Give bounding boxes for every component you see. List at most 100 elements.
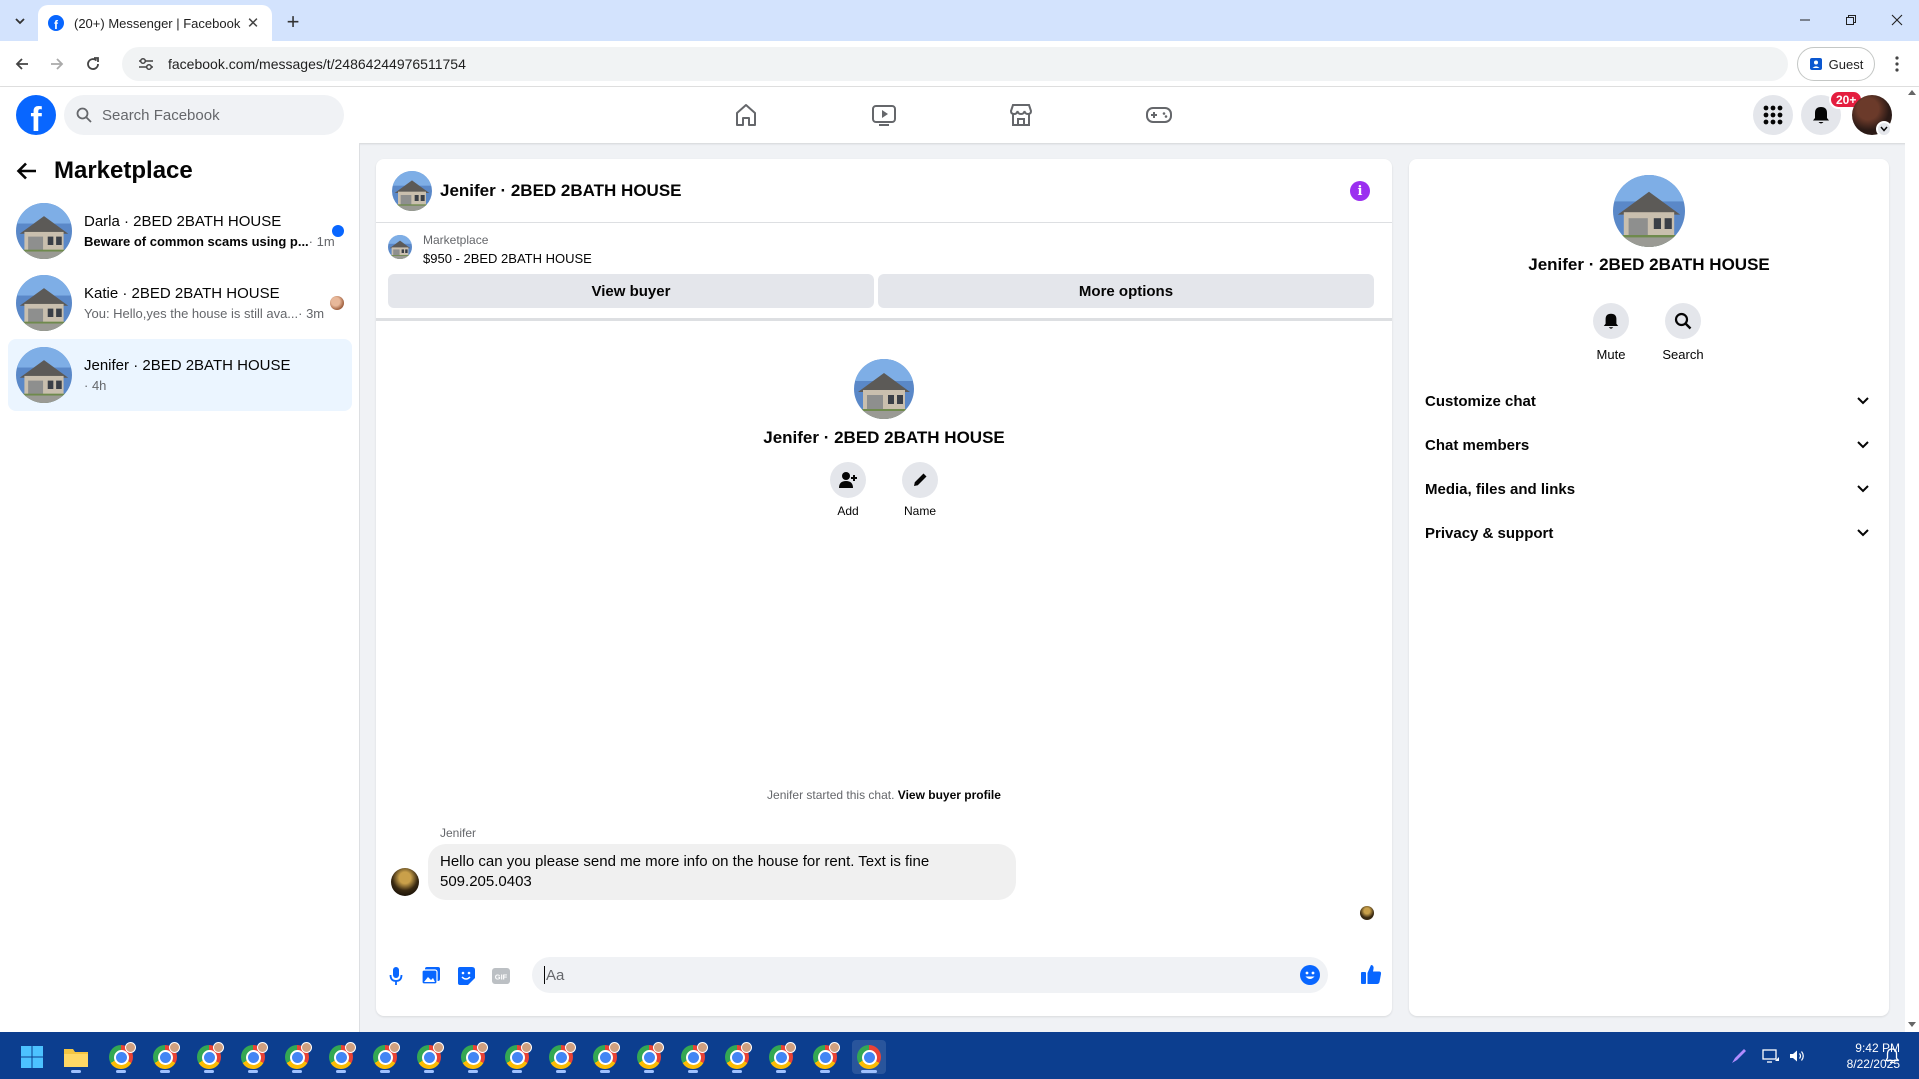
- minimize-button[interactable]: [1782, 6, 1828, 34]
- add-label: Add: [837, 504, 859, 518]
- chrome-window-button[interactable]: [808, 1040, 842, 1074]
- chat-avatar[interactable]: [392, 171, 432, 211]
- network-icon[interactable]: [1762, 1047, 1780, 1065]
- attach-photo-button[interactable]: [419, 964, 443, 988]
- emoji-icon: [1305, 971, 1315, 979]
- chevron-down-icon: [1857, 485, 1869, 493]
- message-input[interactable]: Aa: [532, 957, 1328, 993]
- nav-marketplace[interactable]: [965, 87, 1077, 143]
- gif-button[interactable]: GIF: [489, 964, 513, 988]
- pen-icon[interactable]: [1730, 1047, 1748, 1065]
- scroll-arrows-icon: [1908, 90, 1916, 1027]
- chrome-window-button-active[interactable]: [852, 1040, 886, 1074]
- chrome-window-button[interactable]: [500, 1040, 534, 1074]
- customize-chat-section[interactable]: Customize chat: [1417, 379, 1881, 423]
- chrome-window-button[interactable]: [104, 1040, 138, 1074]
- message-input-placeholder: Aa: [546, 966, 565, 984]
- chrome-window-button[interactable]: [192, 1040, 226, 1074]
- restore-button[interactable]: [1828, 6, 1874, 34]
- account-chevron-icon[interactable]: [1876, 121, 1892, 137]
- notification-center-button[interactable]: [1884, 1032, 1900, 1079]
- chrome-window-button[interactable]: [676, 1040, 710, 1074]
- conversation-item[interactable]: Katie · 2BED 2BATH HOUSE You: Hello,yes …: [8, 267, 352, 339]
- unread-indicator: [332, 225, 344, 237]
- site-settings-icon[interactable]: [136, 54, 156, 74]
- name-chat-button[interactable]: Name: [902, 462, 938, 518]
- search-in-conversation-button[interactable]: Search: [1653, 303, 1713, 362]
- chrome-icon: [197, 1042, 224, 1069]
- home-icon: [736, 104, 756, 126]
- tab-search-button[interactable]: [6, 8, 34, 34]
- chrome-window-button[interactable]: [324, 1040, 358, 1074]
- chrome-window-button[interactable]: [588, 1040, 622, 1074]
- chevron-down-icon: [1857, 441, 1869, 449]
- chrome-window-button[interactable]: [544, 1040, 578, 1074]
- back-button[interactable]: [8, 50, 36, 78]
- conversation-list-panel: Marketplace Darla · 2BED 2BATH HOUSE Bew…: [0, 143, 360, 1032]
- emoji-button[interactable]: [1300, 965, 1320, 985]
- facebook-search[interactable]: Search Facebook: [64, 95, 344, 135]
- back-arrow-icon[interactable]: [16, 160, 38, 182]
- chrome-window-button[interactable]: [632, 1040, 666, 1074]
- chat-title[interactable]: Jenifer · 2BED 2BATH HOUSE: [440, 181, 682, 201]
- guest-profile-button[interactable]: Guest: [1797, 47, 1875, 81]
- chrome-window-button[interactable]: [720, 1040, 754, 1074]
- section-label: Customize chat: [1425, 392, 1536, 410]
- reload-icon: [87, 57, 99, 70]
- windows-taskbar: 9:42 PM 8/22/2025: [0, 1032, 1919, 1079]
- volume-icon[interactable]: [1788, 1047, 1806, 1065]
- start-button[interactable]: [15, 1040, 49, 1074]
- browser-tab[interactable]: f (20+) Messenger | Facebook ✕: [38, 5, 272, 41]
- conversation-item[interactable]: Jenifer · 2BED 2BATH HOUSE · 4h: [8, 339, 352, 411]
- message-bubble[interactable]: Hello can you please send me more info o…: [428, 844, 1016, 900]
- browser-menu-button[interactable]: [1884, 51, 1910, 77]
- chrome-window-button[interactable]: [280, 1040, 314, 1074]
- add-people-button[interactable]: Add: [830, 462, 866, 518]
- like-button[interactable]: [1359, 962, 1383, 986]
- view-buyer-profile-link[interactable]: View buyer profile: [898, 788, 1001, 802]
- guest-label: Guest: [1828, 56, 1864, 72]
- nav-home[interactable]: [690, 87, 802, 143]
- media-files-links-section[interactable]: Media, files and links: [1417, 467, 1881, 511]
- intro-name: Jenifer · 2BED 2BATH HOUSE: [763, 428, 1005, 447]
- listing-thumbnail: [16, 275, 72, 331]
- menu-button[interactable]: [1753, 95, 1793, 135]
- forward-button[interactable]: [43, 50, 71, 78]
- new-tab-button[interactable]: +: [280, 9, 306, 35]
- info-icon[interactable]: i: [1350, 181, 1370, 201]
- reload-button[interactable]: [79, 50, 107, 78]
- chrome-window-button[interactable]: [148, 1040, 182, 1074]
- conversation-name: Jenifer · 2BED 2BATH HOUSE: [84, 357, 291, 374]
- page-scrollbar[interactable]: [1905, 87, 1919, 1032]
- privacy-support-section[interactable]: Privacy & support: [1417, 511, 1881, 555]
- chrome-window-button[interactable]: [764, 1040, 798, 1074]
- chat-members-section[interactable]: Chat members: [1417, 423, 1881, 467]
- voice-clip-button[interactable]: [384, 964, 408, 988]
- seen-avatar: [330, 296, 344, 310]
- chrome-window-button[interactable]: [412, 1040, 446, 1074]
- chrome-window-button[interactable]: [368, 1040, 402, 1074]
- listing-thumbnail[interactable]: [388, 235, 412, 259]
- address-bar[interactable]: facebook.com/messages/t/2486424497651175…: [122, 47, 1788, 81]
- file-explorer-button[interactable]: [59, 1040, 93, 1074]
- windows-logo-icon: [21, 1046, 43, 1068]
- tab-close-icon[interactable]: ✕: [244, 14, 262, 32]
- chrome-window-button[interactable]: [456, 1040, 490, 1074]
- listing-price[interactable]: $950 - 2BED 2BATH HOUSE: [423, 251, 592, 266]
- facebook-logo-icon[interactable]: f: [16, 95, 56, 135]
- sticker-button[interactable]: [454, 964, 478, 988]
- close-window-button[interactable]: [1874, 6, 1919, 34]
- nav-video[interactable]: [828, 87, 940, 143]
- view-buyer-button[interactable]: View buyer: [388, 274, 874, 308]
- chat-intro: Jenifer · 2BED 2BATH HOUSE Add Name: [376, 359, 1392, 518]
- chrome-icon: [373, 1042, 400, 1069]
- more-options-button[interactable]: More options: [878, 274, 1374, 308]
- mute-button[interactable]: Mute: [1581, 303, 1641, 362]
- conversation-name: Katie · 2BED 2BATH HOUSE: [84, 285, 280, 302]
- chrome-icon: [681, 1042, 708, 1069]
- nav-gaming[interactable]: [1103, 87, 1215, 143]
- chrome-window-button[interactable]: [236, 1040, 270, 1074]
- conversation-item[interactable]: Darla · 2BED 2BATH HOUSE Beware of commo…: [8, 195, 352, 267]
- svg-text:GIF: GIF: [495, 973, 508, 982]
- sender-avatar[interactable]: [391, 868, 419, 896]
